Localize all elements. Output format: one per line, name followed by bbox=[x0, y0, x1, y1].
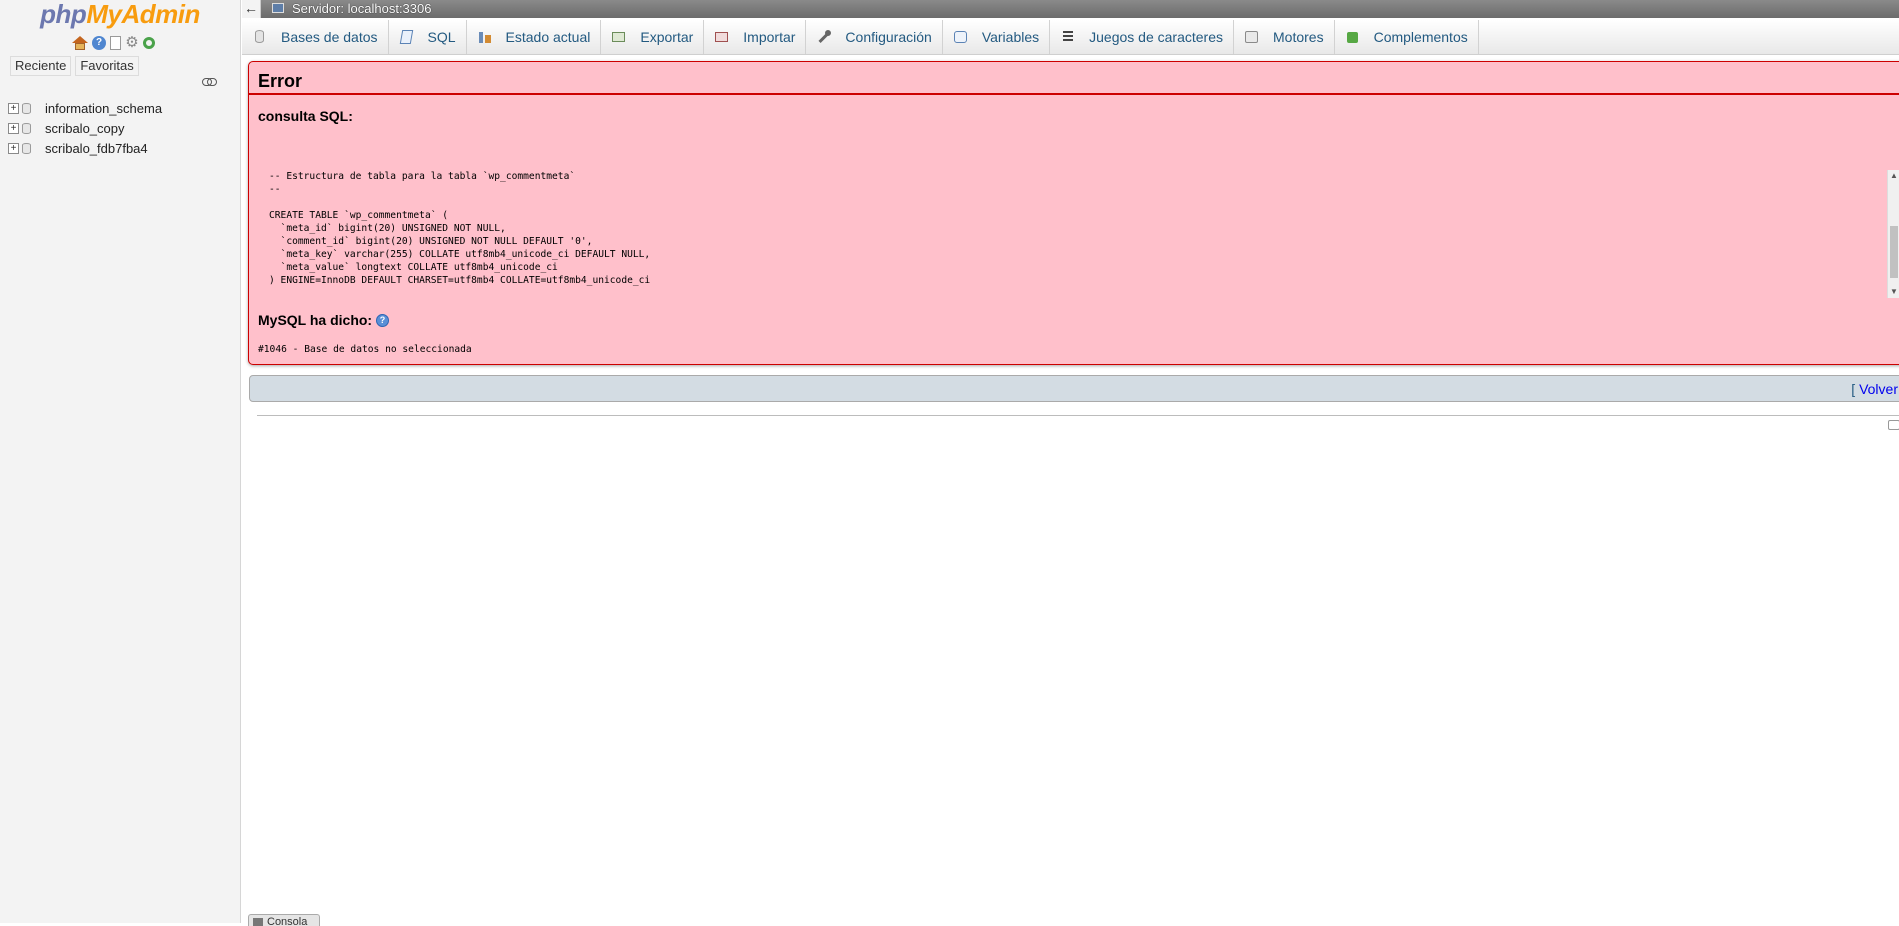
console-label: Consola bbox=[267, 916, 308, 926]
server-link[interactable]: Servidor: localhost:3306 bbox=[292, 0, 431, 17]
tab-label: Estado actual bbox=[505, 29, 591, 45]
collapse-icon[interactable] bbox=[1888, 420, 1899, 430]
tab-exportar[interactable]: Exportar bbox=[601, 20, 705, 54]
scrollbar-thumb[interactable] bbox=[1890, 226, 1898, 278]
help-icon[interactable]: ? bbox=[376, 314, 389, 327]
settings-icon[interactable]: ⚙ bbox=[125, 35, 139, 50]
volver-link[interactable]: Volver bbox=[1859, 381, 1898, 397]
database-item[interactable]: + scribalo_copy bbox=[8, 118, 162, 138]
tab-label: Bases de datos bbox=[281, 29, 378, 45]
volver-container: [ Volver bbox=[1851, 381, 1898, 397]
top-menu: Bases de datos SQL Estado actual Exporta… bbox=[242, 20, 1899, 55]
database-tree: + information_schema + scribalo_copy + s… bbox=[8, 98, 162, 158]
recent-tab[interactable]: Reciente bbox=[10, 56, 72, 76]
database-name[interactable]: scribalo_fdb7fba4 bbox=[45, 141, 148, 156]
status-icon bbox=[477, 30, 493, 44]
database-item[interactable]: + information_schema bbox=[8, 98, 162, 118]
tab-label: Exportar bbox=[640, 29, 694, 45]
sql-query-code: -- Estructura de tabla para la tabla `wp… bbox=[269, 171, 651, 286]
action-bar: [ Volver bbox=[249, 375, 1899, 402]
tab-motores[interactable]: Motores bbox=[1234, 20, 1335, 54]
database-icon bbox=[22, 122, 31, 134]
import-icon bbox=[714, 30, 730, 44]
tab-label: SQL bbox=[427, 29, 456, 45]
expand-icon[interactable]: + bbox=[8, 122, 19, 134]
tab-estado-actual[interactable]: Estado actual bbox=[467, 20, 602, 54]
database-item[interactable]: + scribalo_fdb7fba4 bbox=[8, 138, 162, 158]
link-with-main-panel-icon[interactable] bbox=[202, 78, 217, 86]
tab-variables[interactable]: Variables bbox=[943, 20, 1051, 54]
server-icon bbox=[272, 3, 284, 13]
scroll-up-arrow-icon[interactable]: ▲ bbox=[1888, 170, 1899, 182]
export-icon bbox=[611, 30, 627, 44]
charset-icon bbox=[1060, 30, 1076, 44]
tab-label: Complementos bbox=[1373, 29, 1468, 45]
mysql-said-heading: MySQL ha dicho: bbox=[258, 312, 373, 328]
error-divider bbox=[249, 93, 1899, 95]
error-message-box: Error consulta SQL: -- Estructura de tab… bbox=[248, 61, 1899, 365]
database-name[interactable]: scribalo_copy bbox=[45, 121, 125, 136]
tab-label: Motores bbox=[1273, 29, 1324, 45]
sql-icon bbox=[399, 30, 415, 44]
plugins-icon bbox=[1345, 30, 1361, 44]
sql-query-heading: consulta SQL: bbox=[258, 108, 353, 124]
database-name[interactable]: information_schema bbox=[45, 101, 162, 116]
scroll-down-arrow-icon[interactable]: ▼ bbox=[1888, 286, 1899, 298]
tab-sql[interactable]: SQL bbox=[389, 20, 467, 54]
favorites-tab[interactable]: Favoritas bbox=[75, 56, 139, 76]
navigation-panel: phpMyAdmin ? ⚙ Reciente Favoritas + info… bbox=[0, 0, 241, 923]
phpmyadmin-logo[interactable]: phpMyAdmin bbox=[0, 0, 240, 28]
bracket-open: [ bbox=[1851, 381, 1860, 397]
engines-icon bbox=[1244, 30, 1260, 44]
tab-label: Juegos de caracteres bbox=[1089, 29, 1223, 45]
tab-complementos[interactable]: Complementos bbox=[1335, 20, 1479, 54]
expand-icon[interactable]: + bbox=[8, 102, 19, 114]
sql-code-scrollbar[interactable]: ▲ ▼ bbox=[1887, 170, 1899, 298]
tab-label: Configuración bbox=[845, 29, 932, 45]
console-icon bbox=[253, 918, 263, 926]
database-icon bbox=[22, 142, 31, 154]
logo-php-text: php bbox=[40, 0, 87, 29]
tab-label: Variables bbox=[981, 29, 1040, 45]
expand-icon[interactable]: + bbox=[8, 142, 19, 154]
tab-importar[interactable]: Importar bbox=[704, 20, 807, 54]
tab-bases-de-datos[interactable]: Bases de datos bbox=[242, 20, 389, 54]
help-icon[interactable]: ? bbox=[92, 36, 106, 50]
documentation-icon[interactable] bbox=[110, 36, 121, 50]
recent-favorites-tabs: Reciente Favoritas bbox=[10, 56, 139, 76]
server-breadcrumb-bar: ← Servidor: localhost:3306 bbox=[242, 0, 1899, 18]
database-icon bbox=[252, 30, 268, 44]
database-icon bbox=[22, 102, 31, 114]
navigation-icons: ? ⚙ bbox=[72, 34, 155, 52]
mysql-error-message: #1046 - Base de datos no seleccionada bbox=[258, 344, 472, 355]
variables-icon bbox=[953, 30, 969, 44]
content-divider bbox=[257, 415, 1899, 416]
wrench-icon bbox=[816, 30, 832, 44]
tab-juegos-de-caracteres[interactable]: Juegos de caracteres bbox=[1050, 20, 1234, 54]
collapse-navigation-arrow-icon[interactable]: ← bbox=[242, 0, 261, 18]
tab-configuracion[interactable]: Configuración bbox=[806, 20, 943, 54]
logo-myadmin-text: MyAdmin bbox=[86, 0, 200, 29]
tab-label: Importar bbox=[743, 29, 796, 45]
error-title: Error bbox=[258, 71, 303, 91]
reload-icon[interactable] bbox=[143, 37, 155, 49]
console-toggle[interactable]: Consola bbox=[248, 914, 320, 926]
home-icon[interactable] bbox=[72, 36, 88, 50]
